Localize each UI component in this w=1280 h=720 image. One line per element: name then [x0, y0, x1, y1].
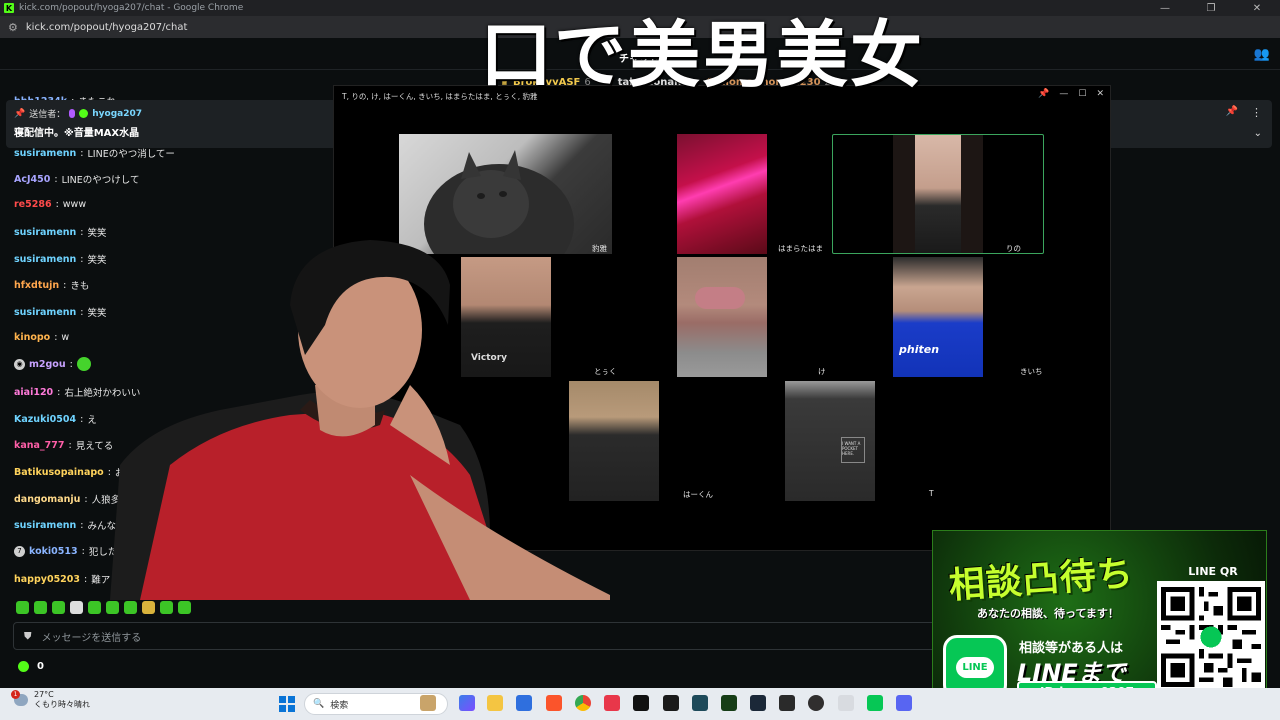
site-info-icon[interactable]: ⚙ [8, 21, 18, 34]
participant-name: け [818, 367, 826, 376]
chat-message: AcJ450: LINEのやつけして [14, 173, 140, 187]
brave-browser-icon[interactable] [546, 695, 562, 711]
cloud-icon: 1 [11, 690, 28, 706]
promo-headline: 相談凸待ち [947, 552, 1136, 607]
points-icon [18, 661, 29, 672]
video-tile-8[interactable]: I WANT A POCKET HERE. [785, 381, 875, 501]
emote-button[interactable] [70, 601, 83, 614]
emote-button[interactable] [106, 601, 119, 614]
quick-emote-bar [16, 601, 191, 614]
store-icon[interactable] [516, 695, 532, 711]
app-icon-dark[interactable] [663, 695, 679, 711]
chat-message: susiramenn: LINEのやつ消してー [14, 147, 175, 161]
more-options-icon[interactable]: ⋮ [1251, 106, 1262, 119]
broadcaster-badge-icon [69, 109, 76, 118]
subscriber-badge-icon: 7 [14, 545, 25, 557]
emote-button[interactable] [160, 601, 173, 614]
chat-message: susiramenn: 笑笑 [14, 253, 107, 267]
verified-badge-icon [79, 109, 89, 118]
qr-title: LINE QR [1188, 565, 1238, 578]
shield-icon: ⛊ [24, 630, 32, 642]
chatters-icon[interactable]: 👥 [1254, 47, 1270, 62]
emote-button[interactable] [124, 601, 137, 614]
line-consultation-banner: 相談凸待ち あなたの相談、待ってます！ LINE 相談等がある人は LINEまで… [932, 530, 1267, 710]
tiktok-icon[interactable] [633, 695, 649, 711]
taskbar-search-placeholder: 検索 [330, 700, 349, 711]
video-tile-2[interactable] [677, 134, 767, 254]
kick-app-icon[interactable] [721, 695, 737, 711]
minimize-call-button[interactable]: — [1059, 89, 1068, 99]
steam-icon[interactable] [750, 695, 766, 711]
notification-badge: 1 [11, 690, 20, 699]
chat-message: re5286: www [14, 199, 87, 210]
restore-button[interactable]: ❐ [1188, 0, 1234, 16]
weather-condition: くもり時々晴れ [34, 700, 90, 709]
promo-subtitle: あなたの相談、待ってます！ [977, 607, 1119, 620]
pinned-sender-name[interactable]: hyoga207 [92, 109, 142, 119]
participant-name: はーくん [683, 490, 713, 499]
video-tile-5[interactable] [677, 257, 767, 377]
chat-message: hfxdtujn: きも [14, 279, 90, 293]
emote-button[interactable] [142, 601, 155, 614]
chrome-icon[interactable] [575, 695, 591, 711]
weather-temperature: 27°C [34, 690, 54, 699]
emote-button[interactable] [52, 601, 65, 614]
file-explorer-icon[interactable] [487, 695, 503, 711]
search-icon: 🔍 [313, 699, 325, 709]
participant-name: はまらたはま [778, 244, 823, 253]
weather-widget[interactable]: 1 27°C くもり時々晴れ [11, 690, 90, 710]
app-icon-teal[interactable] [692, 695, 708, 711]
video-tile-6[interactable]: phiten [893, 257, 983, 377]
chat-message: susiramenn: 笑笑 [14, 306, 107, 320]
participant-name: りの [1006, 244, 1021, 253]
chevron-down-icon[interactable]: ⌄ [1254, 128, 1262, 139]
participant-name: きいち [1020, 367, 1043, 376]
search-highlight-icon[interactable] [420, 695, 436, 711]
minimize-button[interactable]: — [1142, 0, 1188, 16]
line-app-icon[interactable] [867, 695, 883, 711]
chat-message: kinopo: w [14, 332, 70, 343]
obs-icon[interactable] [808, 695, 824, 711]
close-button[interactable]: ✕ [1234, 0, 1280, 16]
davinci-icon[interactable] [779, 695, 795, 711]
video-tile-speaking[interactable] [832, 134, 1044, 254]
emote-button[interactable] [16, 601, 29, 614]
pin-window-icon[interactable]: 📌 [1038, 89, 1049, 99]
chat-message: susiramenn: 笑笑 [14, 226, 107, 240]
stream-overlay-title: 口で美男美女 [480, 13, 925, 97]
task-view-icon[interactable] [459, 695, 475, 711]
close-call-button[interactable]: ✕ [1096, 89, 1104, 99]
pin-icon: 📌 [14, 108, 26, 119]
app-icon-light[interactable] [838, 695, 854, 711]
line-qr-code-icon [1157, 581, 1265, 693]
discord-icon[interactable] [896, 695, 912, 711]
kick-favicon-icon: K [4, 3, 14, 13]
chat-message: ◉ m2gou: [14, 357, 91, 371]
points-value: 0 [37, 661, 44, 672]
window-title: kick.com/popout/hyoga207/chat - Google C… [19, 3, 244, 13]
emote-button[interactable] [178, 601, 191, 614]
streamer-webcam-cutout [110, 240, 610, 600]
kick-emote-icon [76, 357, 91, 371]
chat-message: susiramenn: みんな俺 [14, 519, 126, 533]
user-avatar-icon: ◉ [14, 358, 25, 370]
chat-input-placeholder: メッセージを送信する [41, 632, 142, 644]
maximize-call-button[interactable]: ☐ [1078, 89, 1086, 99]
pinned-message-text: 寝配信中。※音量MAX水晶 [14, 128, 140, 139]
unpin-icon[interactable]: 📌 [1226, 106, 1238, 117]
chat-message: kana_777: 見えてる [14, 439, 114, 453]
url-text[interactable]: kick.com/popout/hyoga207/chat [26, 22, 188, 33]
channel-points[interactable]: 0 [18, 661, 44, 672]
participant-name: T [929, 489, 934, 498]
emote-button[interactable] [88, 601, 101, 614]
chat-message: Kazuki0504: え [14, 413, 97, 427]
app-icon-red[interactable] [604, 695, 620, 711]
start-button[interactable] [279, 696, 295, 712]
emote-button[interactable] [34, 601, 47, 614]
